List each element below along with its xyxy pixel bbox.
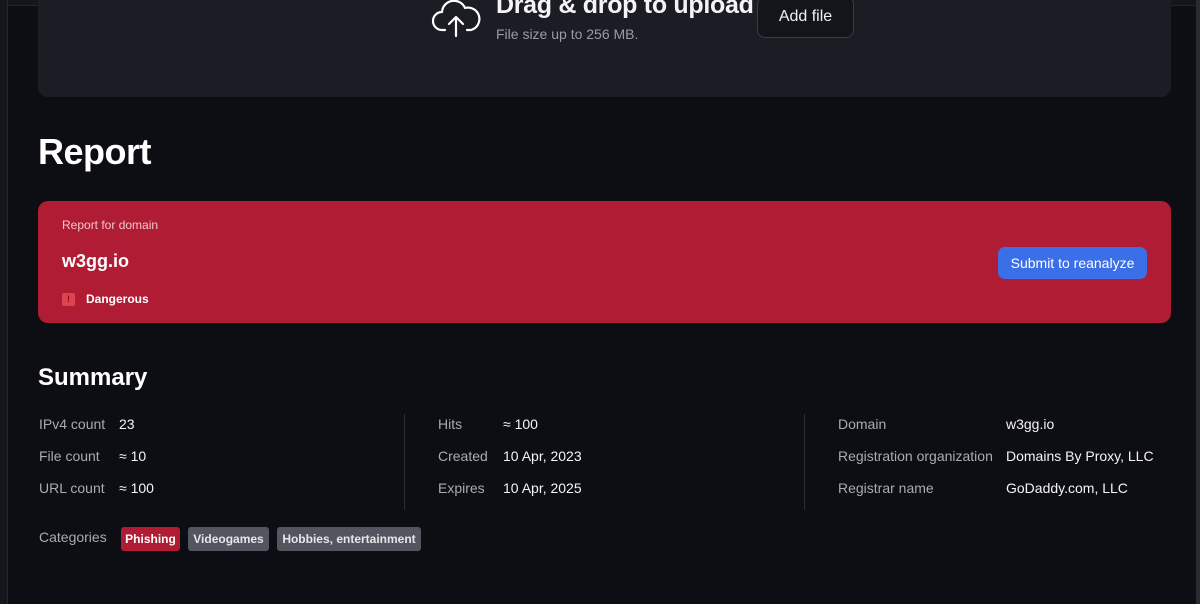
category-tag-hobbies: Hobbies, entertainment [277, 527, 421, 551]
submit-to-reanalyze-button[interactable]: Submit to reanalyze [998, 247, 1147, 279]
categories-label: Categories [39, 529, 107, 545]
created-value: 10 Apr, 2023 [503, 448, 582, 464]
report-domain: w3gg.io [62, 251, 129, 271]
registrar-name-value: GoDaddy.com, LLC [1006, 480, 1128, 496]
domain-value: w3gg.io [1006, 416, 1055, 432]
url-count-value: ≈ 100 [119, 480, 154, 496]
exclamation-icon: ! [62, 292, 75, 306]
ipv4-count-value: 23 [119, 416, 135, 432]
report-caption: Report for domain [62, 218, 159, 232]
upload-title: Drag & drop to upload [496, 0, 754, 19]
window-left-edge [0, 0, 8, 604]
registrar-name-label: Registrar name [838, 480, 934, 496]
file-count-label: File count [39, 448, 100, 464]
url-count-label: URL count [39, 480, 105, 496]
domain-label: Domain [838, 416, 887, 432]
add-file-button[interactable]: Add file [757, 0, 854, 38]
page-title: Report [38, 131, 152, 172]
column-divider [804, 414, 805, 510]
report-card: Report for domain w3gg.io ! Dangerous Su… [38, 201, 1171, 323]
created-label: Created [438, 448, 488, 464]
ipv4-count-label: IPv4 count [39, 416, 106, 432]
hits-label: Hits [438, 416, 463, 432]
hits-value: ≈ 100 [503, 416, 538, 432]
status-badge: ! Dangerous [62, 292, 149, 306]
file-count-value: ≈ 10 [119, 448, 147, 464]
registration-organization-value: Domains By Proxy, LLC [1006, 448, 1154, 464]
upload-dropzone[interactable]: Drag & drop to upload File size up to 25… [38, 0, 1171, 97]
expires-label: Expires [438, 480, 485, 496]
status-label: Dangerous [86, 292, 149, 306]
registration-organization-label: Registration organization [838, 448, 993, 464]
expires-value: 10 Apr, 2025 [503, 480, 582, 496]
upload-size-limit: File size up to 256 MB. [496, 26, 639, 42]
summary-heading: Summary [38, 364, 148, 391]
category-tag-phishing: Phishing [121, 527, 180, 551]
cloud-upload-icon [431, 0, 481, 38]
category-tag-videogames: Videogames [188, 527, 269, 551]
scrollbar[interactable] [1196, 0, 1200, 604]
column-divider [404, 414, 405, 510]
